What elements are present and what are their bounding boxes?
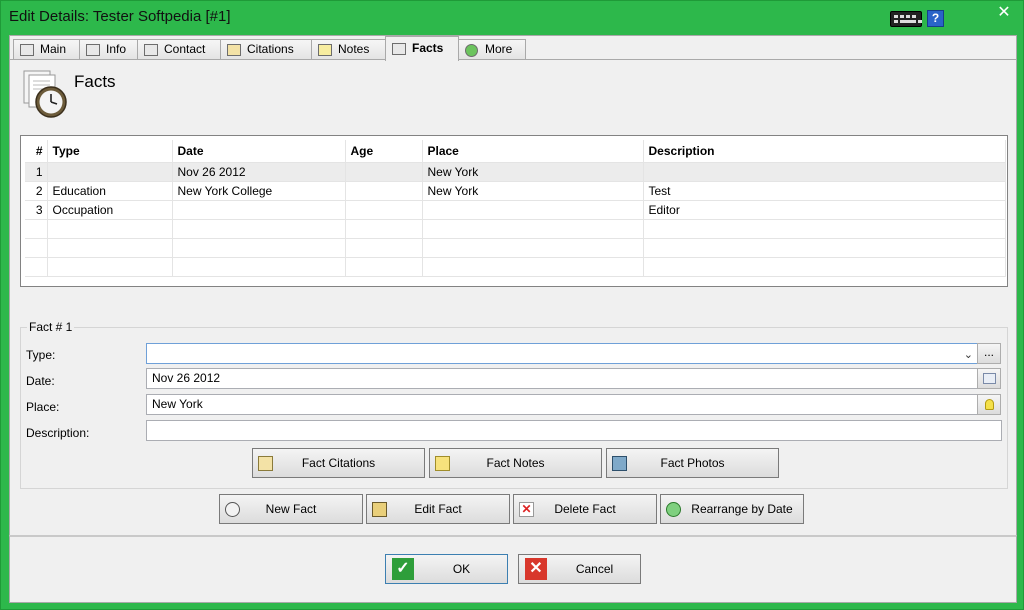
cell-type: [47, 162, 173, 182]
empty-table-row: [25, 238, 1006, 258]
fact-citations-button[interactable]: Fact Citations: [252, 448, 425, 478]
tab-main[interactable]: Main: [13, 39, 80, 60]
column-header-number[interactable]: #: [25, 140, 48, 163]
plus-icon: [465, 44, 478, 57]
cell-date: [172, 200, 346, 220]
place-lookup-button[interactable]: [977, 394, 1001, 415]
cell-number: 2: [25, 181, 48, 201]
cell-type: Occupation: [47, 200, 173, 220]
calendar-icon: [982, 373, 996, 384]
cell-type: Education: [47, 181, 173, 201]
new-clock-icon: [225, 502, 240, 517]
keyboard-icon[interactable]: [890, 11, 922, 27]
title-bar[interactable]: Edit Details: Tester Softpedia [#1] ? ✕: [1, 1, 1024, 33]
rearrange-arrow-icon: [666, 502, 681, 517]
new-fact-button[interactable]: New Fact: [219, 494, 363, 524]
note-icon: [318, 44, 332, 56]
page-title: Facts: [74, 72, 116, 91]
facts-table[interactable]: # Type Date Age Place Description 1 Nov: [20, 135, 1008, 287]
tab-citations[interactable]: Citations: [220, 39, 312, 60]
cell-description: Editor: [643, 200, 1006, 220]
tab-more[interactable]: More: [458, 39, 526, 60]
close-button[interactable]: ✕: [987, 2, 1021, 23]
column-header-type[interactable]: Type: [47, 140, 173, 163]
place-field[interactable]: New York: [146, 394, 978, 415]
note-icon: [435, 456, 450, 471]
cell-age: [345, 200, 423, 220]
dialog-button-bar: ✓ OK ✕ Cancel: [9, 535, 1017, 603]
cell-date: New York College: [172, 181, 346, 201]
cell-number: 1: [25, 162, 48, 182]
type-label: Type:: [26, 348, 56, 362]
column-header-description[interactable]: Description: [643, 140, 1006, 163]
fact-legend: Fact # 1: [27, 320, 75, 334]
description-label: Description:: [26, 426, 90, 440]
house-icon: [144, 44, 158, 56]
delete-fact-button[interactable]: ✕ Delete Fact: [513, 494, 657, 524]
cell-date: Nov 26 2012: [172, 162, 346, 182]
calendar-button[interactable]: [977, 368, 1001, 389]
table-row[interactable]: 1 Nov 26 2012 New York: [25, 162, 1006, 182]
edit-fact-button[interactable]: Edit Fact: [366, 494, 510, 524]
edit-pencil-icon: [372, 502, 387, 517]
facts-clock-icon: [23, 70, 67, 118]
rearrange-by-date-button[interactable]: Rearrange by Date: [660, 494, 804, 524]
cell-place: New York: [422, 162, 644, 182]
table-header-row: # Type Date Age Place Description: [25, 140, 1006, 163]
fact-notes-button[interactable]: Fact Notes: [429, 448, 602, 478]
tab-facts[interactable]: Facts: [385, 36, 459, 61]
info-card-icon: [86, 44, 100, 56]
cancel-button[interactable]: ✕ Cancel: [518, 554, 641, 584]
delete-icon: ✕: [519, 502, 534, 517]
tab-info[interactable]: Info: [79, 39, 138, 60]
cell-age: [345, 181, 423, 201]
tab-contact[interactable]: Contact: [137, 39, 221, 60]
place-label: Place:: [26, 400, 60, 414]
clock-card-icon: [392, 43, 406, 55]
type-combobox[interactable]: ⌄: [146, 343, 978, 364]
empty-table-row: [25, 219, 1006, 239]
lightbulb-icon: [984, 399, 994, 410]
date-field[interactable]: Nov 26 2012: [146, 368, 978, 389]
column-header-date[interactable]: Date: [172, 140, 346, 163]
edit-details-window: Edit Details: Tester Softpedia [#1] ? ✕ …: [0, 0, 1024, 610]
column-header-place[interactable]: Place: [422, 140, 644, 163]
cell-age: [345, 162, 423, 182]
empty-table-row: [25, 257, 1006, 277]
cell-description: [643, 162, 1006, 182]
checkmark-icon: ✓: [392, 558, 414, 580]
fact-editor-group: Fact # 1 Type: ⌄ ... Date: Nov 26 2012 P…: [20, 320, 1008, 489]
person-card-icon: [20, 44, 34, 56]
cell-number: 3: [25, 200, 48, 220]
citation-icon: [258, 456, 273, 471]
dialog-client-area: Main Info Contact Citations Notes Facts: [9, 35, 1017, 535]
help-button[interactable]: ?: [927, 10, 944, 27]
cell-place: [422, 200, 644, 220]
window-title: Edit Details: Tester Softpedia [#1]: [9, 8, 231, 25]
chevron-down-icon: ⌄: [963, 349, 973, 361]
cell-description: Test: [643, 181, 1006, 201]
table-row[interactable]: 3 Occupation Editor: [25, 200, 1006, 220]
column-header-age[interactable]: Age: [345, 140, 423, 163]
date-label: Date:: [26, 374, 55, 388]
cell-place: New York: [422, 181, 644, 201]
table-row[interactable]: 2 Education New York College New York Te…: [25, 181, 1006, 201]
fact-photos-button[interactable]: Fact Photos: [606, 448, 779, 478]
facts-tab-panel: Facts # Type Date Age Place Description: [10, 59, 1016, 535]
type-browse-button[interactable]: ...: [977, 343, 1001, 364]
tab-strip: Main Info Contact Citations Notes Facts: [10, 36, 1016, 61]
photo-icon: [612, 456, 627, 471]
tab-notes[interactable]: Notes: [311, 39, 386, 60]
citation-icon: [227, 44, 241, 56]
ok-button[interactable]: ✓ OK: [385, 554, 508, 584]
description-field[interactable]: [146, 420, 1002, 441]
cancel-x-icon: ✕: [525, 558, 547, 580]
